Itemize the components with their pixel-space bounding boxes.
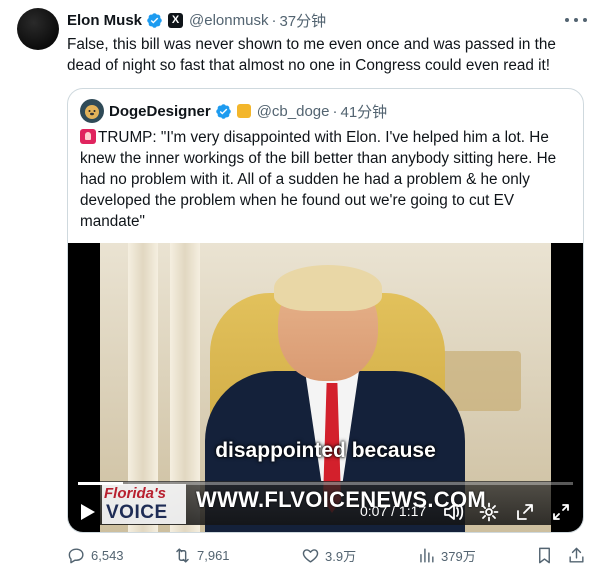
tweet-actions: 6,543 7,961 3.9万 379万 bbox=[67, 544, 587, 566]
retweet-count: 7,961 bbox=[197, 547, 230, 563]
video-player[interactable]: disappointed because Florida's VOICE WWW… bbox=[68, 243, 583, 532]
retweet-button[interactable]: 7,961 bbox=[173, 544, 230, 566]
quoted-tweet[interactable]: DogeDesigner @cb_doge · 41分钟 TRUMP: "I'm… bbox=[67, 88, 584, 533]
bookmark-icon bbox=[539, 547, 550, 563]
video-controls: 0:07 / 1:17 bbox=[68, 497, 583, 527]
affiliate-badge-icon bbox=[236, 104, 251, 118]
progress-fill bbox=[78, 482, 123, 485]
views-button[interactable]: 379万 bbox=[417, 544, 476, 566]
separator-dot: · bbox=[271, 11, 277, 29]
quote-author-handle[interactable]: @cb_doge bbox=[257, 103, 330, 120]
bookmark-button[interactable] bbox=[535, 544, 559, 566]
quote-text-block: TRUMP: "I'm very disappointed with Elon.… bbox=[80, 127, 575, 232]
author-avatar[interactable] bbox=[17, 8, 59, 50]
author-handle[interactable]: @elonmusk bbox=[189, 12, 268, 29]
more-icon[interactable] bbox=[565, 10, 587, 30]
tweet-timestamp[interactable]: 37分钟 bbox=[279, 10, 326, 31]
tweet-header: Elon Musk X @elonmusk · 37分钟 bbox=[67, 10, 326, 30]
video-progress-bar[interactable] bbox=[78, 482, 573, 485]
pip-icon[interactable] bbox=[514, 501, 536, 523]
settings-icon[interactable] bbox=[478, 501, 500, 523]
tweet-card[interactable]: Elon Musk X @elonmusk · 37分钟 False, this… bbox=[0, 0, 603, 570]
quote-text: TRUMP: "I'm very disappointed with Elon.… bbox=[80, 129, 557, 230]
share-button[interactable] bbox=[567, 544, 591, 566]
quote-header: DogeDesigner @cb_doge · 41分钟 bbox=[80, 99, 387, 123]
like-button[interactable]: 3.9万 bbox=[301, 544, 356, 566]
tweet-text: False, this bill was never shown to me e… bbox=[67, 36, 556, 74]
verified-badge-icon bbox=[147, 12, 162, 28]
volume-icon[interactable] bbox=[443, 501, 465, 523]
quote-timestamp[interactable]: 41分钟 bbox=[340, 101, 387, 122]
views-icon bbox=[420, 547, 434, 563]
view-count: 379万 bbox=[441, 548, 476, 564]
reply-icon bbox=[68, 547, 84, 563]
quote-author-name[interactable]: DogeDesigner bbox=[109, 103, 211, 120]
video-time: 0:07 / 1:17 bbox=[360, 503, 427, 519]
x-logo-icon: X bbox=[168, 12, 184, 28]
reply-button[interactable]: 6,543 bbox=[67, 544, 124, 566]
video-subtitle: disappointed because bbox=[215, 439, 436, 462]
like-icon bbox=[302, 548, 319, 563]
doge-avatar-icon bbox=[85, 105, 99, 119]
play-icon[interactable] bbox=[78, 501, 98, 523]
quote-author-avatar[interactable] bbox=[80, 99, 104, 123]
separator-dot: · bbox=[332, 102, 338, 120]
retweet-icon bbox=[176, 547, 189, 563]
like-count: 3.9万 bbox=[325, 548, 357, 564]
verified-badge-icon bbox=[215, 103, 231, 119]
fullscreen-icon[interactable] bbox=[550, 501, 572, 523]
alarm-icon bbox=[80, 129, 96, 144]
author-name[interactable]: Elon Musk bbox=[67, 12, 142, 29]
share-icon bbox=[569, 547, 584, 563]
reply-count: 6,543 bbox=[91, 547, 124, 563]
